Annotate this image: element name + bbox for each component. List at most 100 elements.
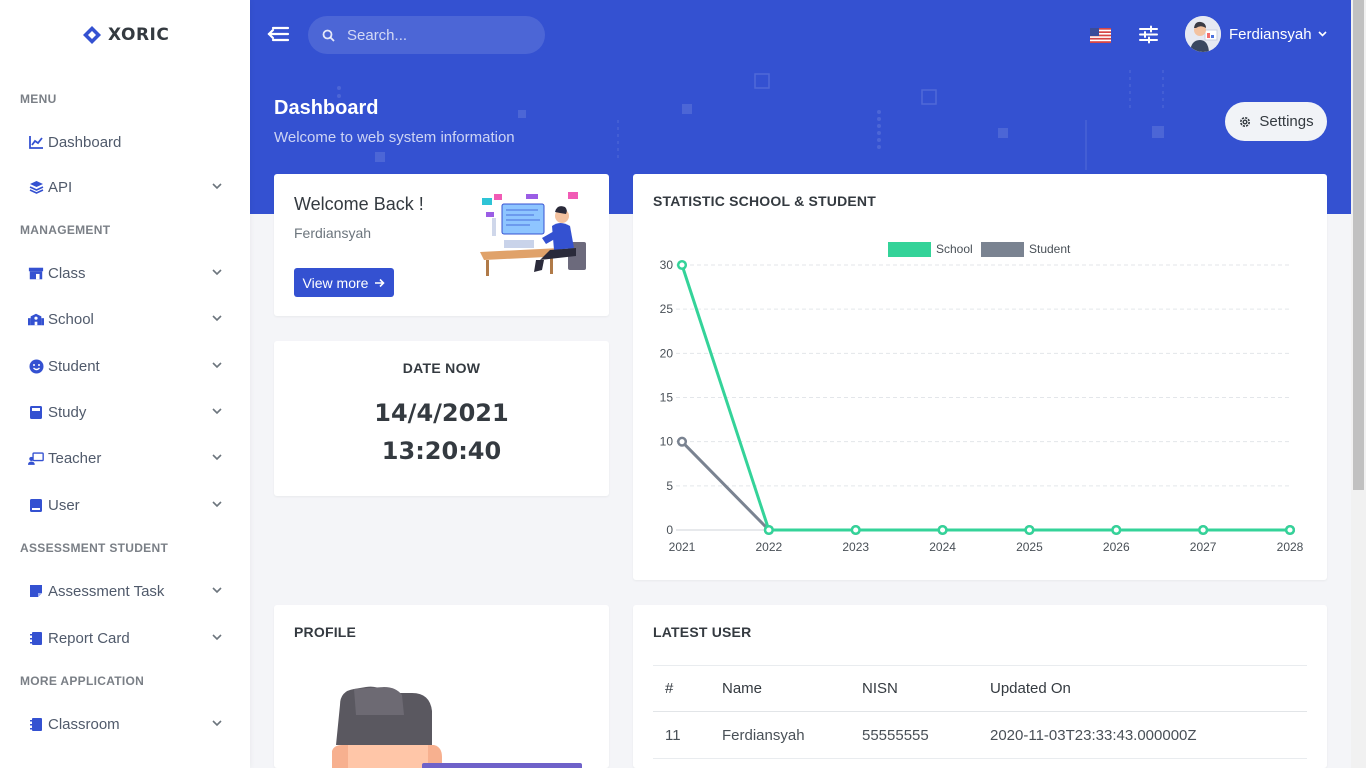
profile-illustration bbox=[332, 686, 582, 768]
chevron-down-icon bbox=[212, 183, 222, 190]
layers-icon bbox=[28, 179, 44, 195]
user-menu[interactable]: Ferdiansyah bbox=[1185, 16, 1327, 52]
data-point bbox=[937, 524, 948, 536]
settings-button[interactable]: Settings bbox=[1225, 102, 1327, 141]
date-card-title: DATE NOW bbox=[402, 360, 481, 376]
smile-icon bbox=[28, 358, 44, 374]
sidebar-item-label: Study bbox=[48, 403, 87, 421]
customize-button[interactable] bbox=[1139, 25, 1158, 44]
sidebar-item-class[interactable]: Class bbox=[28, 261, 228, 285]
data-point bbox=[1198, 524, 1209, 536]
sidebar-item-label: School bbox=[48, 310, 94, 328]
user-avatar-icon bbox=[1185, 16, 1221, 52]
date-card: DATE NOW 14/4/2021 13:20:40 bbox=[274, 341, 609, 496]
current-date: 14/4/2021 bbox=[374, 399, 509, 427]
y-tick-label: 0 bbox=[666, 523, 673, 537]
brand-logo[interactable]: XORIC bbox=[82, 25, 169, 45]
profile-card-title: PROFILE bbox=[294, 624, 357, 640]
sidebar-item-study[interactable]: Study bbox=[28, 400, 228, 424]
data-point bbox=[1111, 524, 1122, 536]
column-header-nisn: NISN bbox=[850, 665, 978, 712]
sidebar-item-user[interactable]: User bbox=[28, 493, 228, 517]
brand-name: XORIC bbox=[108, 25, 170, 45]
x-tick-label: 2021 bbox=[669, 540, 696, 554]
search-icon bbox=[322, 29, 335, 42]
legend-label: Student bbox=[1029, 242, 1071, 256]
sidebar-item-classroom[interactable]: Classroom bbox=[28, 712, 228, 736]
data-point bbox=[850, 524, 861, 536]
sidebar-item-label: Dashboard bbox=[48, 133, 122, 151]
chevron-down-icon bbox=[212, 634, 222, 641]
avatar bbox=[1185, 16, 1221, 52]
sidebar-item-label: API bbox=[48, 178, 73, 196]
sidebar-item-api[interactable]: API bbox=[28, 175, 228, 199]
language-flag-button[interactable] bbox=[1090, 28, 1111, 43]
notebook-icon bbox=[28, 716, 44, 732]
settings-label: Settings bbox=[1259, 113, 1314, 130]
management-section-title: MANAGEMENT bbox=[20, 223, 111, 237]
x-tick-label: 2025 bbox=[1016, 540, 1043, 554]
more-application-section-title: MORE APPLICATION bbox=[20, 674, 145, 688]
logo-icon bbox=[83, 26, 101, 44]
sidebar-item-label: User bbox=[48, 496, 80, 514]
x-tick-label: 2023 bbox=[842, 540, 869, 554]
arrow-right-icon bbox=[375, 278, 386, 287]
scrollbar-thumb[interactable] bbox=[1353, 0, 1364, 490]
book-icon bbox=[28, 404, 44, 420]
sidebar-item-school[interactable]: School bbox=[28, 307, 228, 331]
sidebar-item-label: Report Card bbox=[48, 629, 130, 647]
y-tick-label: 30 bbox=[660, 258, 674, 272]
latest-user-card-title: LATEST USER bbox=[653, 624, 752, 640]
cell-updated-on: 2020-11-03T23:33:43.000000Z bbox=[978, 711, 1307, 759]
note-icon bbox=[28, 583, 44, 599]
page-title: Dashboard bbox=[274, 97, 379, 119]
gear-icon bbox=[1240, 116, 1251, 127]
chart-line-icon bbox=[28, 134, 44, 150]
page-scrollbar[interactable] bbox=[1351, 0, 1366, 768]
chevron-down-icon bbox=[212, 315, 222, 322]
store-icon bbox=[28, 265, 44, 281]
chevron-down-icon bbox=[212, 587, 222, 594]
sidebar-item-student[interactable]: Student bbox=[28, 354, 228, 378]
y-tick-label: 10 bbox=[660, 435, 674, 449]
sidebar: XORIC MENU Dashboard API MANAGEMENT Clas… bbox=[0, 0, 250, 768]
profile-card: PROFILE bbox=[274, 605, 609, 768]
chevron-down-icon bbox=[212, 454, 222, 461]
developer-illustration bbox=[480, 192, 586, 276]
teacher-icon bbox=[28, 450, 44, 466]
column-header-updated-on: Updated On bbox=[978, 665, 1307, 712]
us-flag-icon bbox=[1090, 28, 1111, 43]
menu-toggle-button[interactable] bbox=[266, 24, 292, 46]
sidebar-item-label: Classroom bbox=[48, 715, 120, 733]
sidebar-item-assessment-task[interactable]: Assessment Task bbox=[28, 579, 228, 603]
x-tick-label: 2028 bbox=[1277, 540, 1304, 554]
current-time: 13:20:40 bbox=[381, 437, 502, 465]
chevron-down-icon bbox=[1317, 31, 1327, 37]
welcome-user-name: Ferdiansyah bbox=[294, 225, 372, 241]
data-point bbox=[1284, 524, 1296, 536]
y-tick-label: 5 bbox=[666, 479, 673, 493]
search-input[interactable] bbox=[347, 26, 527, 44]
table-row[interactable]: 11 Ferdiansyah 55555555 2020-11-03T23:33… bbox=[653, 711, 1307, 759]
x-tick-label: 2026 bbox=[1103, 540, 1130, 554]
sidebar-item-teacher[interactable]: Teacher bbox=[28, 446, 228, 470]
y-tick-label: 20 bbox=[660, 346, 674, 360]
latest-user-table: # Name NISN Updated On 11 Ferdiansyah 55… bbox=[653, 665, 1307, 759]
school-icon bbox=[28, 311, 44, 327]
data-point bbox=[676, 259, 688, 271]
sidebar-item-dashboard[interactable]: Dashboard bbox=[28, 130, 228, 154]
chevron-down-icon bbox=[212, 720, 222, 727]
x-tick-label: 2024 bbox=[929, 540, 956, 554]
sidebar-item-report-card[interactable]: Report Card bbox=[28, 626, 228, 650]
data-point bbox=[676, 436, 688, 447]
book-user-icon bbox=[28, 497, 44, 513]
user-name: Ferdiansyah bbox=[1229, 25, 1312, 43]
legend-swatch bbox=[888, 242, 931, 257]
statistic-line-chart: 0510152025302021 2022 2023 2024 2025 2026 2027… bbox=[660, 242, 1304, 554]
data-point bbox=[1024, 524, 1035, 536]
legend-label: School bbox=[936, 242, 973, 256]
chevron-down-icon bbox=[212, 408, 222, 415]
column-header-name: Name bbox=[710, 665, 850, 712]
view-more-button[interactable]: View more bbox=[294, 268, 394, 297]
sidebar-item-label: Class bbox=[48, 264, 86, 282]
